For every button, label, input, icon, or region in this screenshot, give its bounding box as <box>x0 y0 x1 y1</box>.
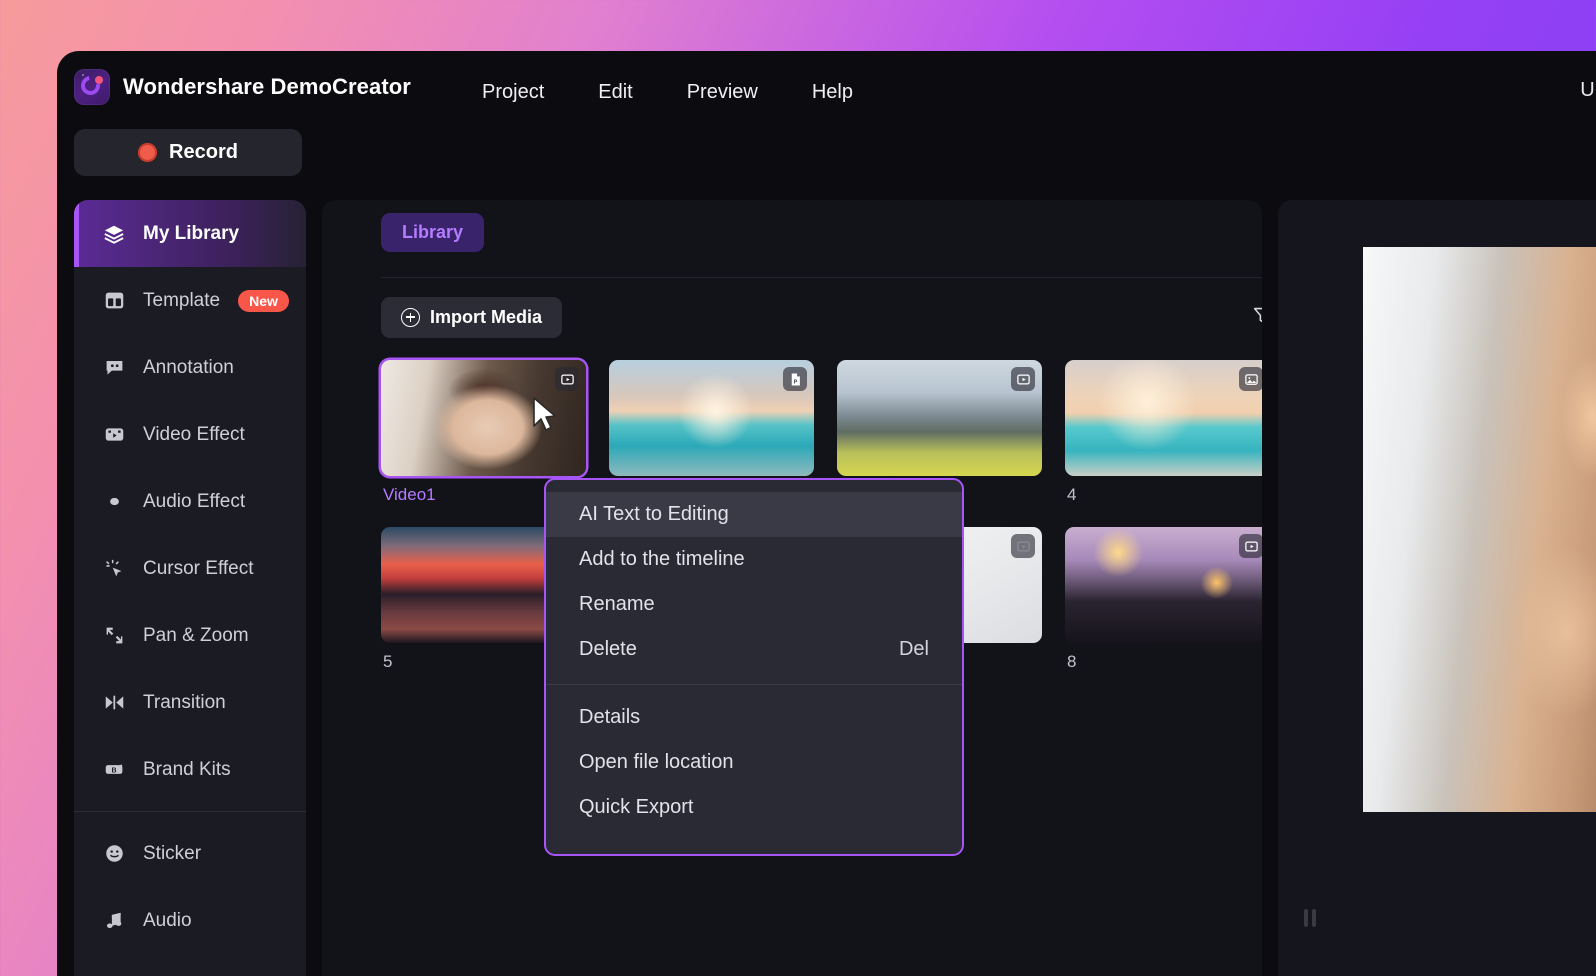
preview-panel <box>1278 200 1596 976</box>
context-menu-item-shortcut: Del <box>898 638 929 660</box>
record-button-label: Record <box>169 141 238 163</box>
audio-note-icon <box>103 910 125 932</box>
layers-icon <box>103 223 125 245</box>
record-button[interactable]: Record <box>74 129 302 176</box>
filter-icon[interactable] <box>1251 304 1262 331</box>
context-menu-item-label: Open file location <box>579 751 734 773</box>
import-media-button[interactable]: Import Media <box>381 296 563 338</box>
library-tab-bar: Library <box>322 200 1262 264</box>
status-badge: New <box>238 289 289 312</box>
sidebar-item-sticker[interactable]: Sticker <box>74 820 306 887</box>
context-menu-item-label: Quick Export <box>579 796 694 818</box>
sidebar-item-pan-zoom[interactable]: Pan & Zoom <box>74 602 306 669</box>
sidebar-item-label: Transition <box>143 691 226 713</box>
sidebar-item-label: Sticker <box>143 842 202 864</box>
svg-text:P: P <box>793 379 797 385</box>
title-bar: Wondershare DemoCreator Project Edit Pre… <box>57 51 1596 131</box>
audio-effect-icon <box>103 491 125 513</box>
context-menu-item-label: AI Text to Editing <box>579 503 729 525</box>
media-thumbnail[interactable] <box>837 360 1042 476</box>
sidebar-item-label: Pan & Zoom <box>143 624 249 646</box>
cursor-effect-icon <box>103 558 125 580</box>
sidebar-item-label: Brand Kits <box>143 758 231 780</box>
sidebar-item-audio-effect[interactable]: Audio Effect <box>74 468 306 535</box>
video-badge-icon <box>555 367 579 391</box>
sidebar-item-brand-kits[interactable]: B Brand Kits <box>74 736 306 803</box>
media-thumbnail[interactable] <box>381 360 586 476</box>
preview-video <box>1363 247 1596 812</box>
document-badge-icon: P <box>783 367 807 391</box>
tab-library[interactable]: Library <box>381 213 485 252</box>
media-thumbnail[interactable]: P <box>609 360 814 476</box>
sidebar-item-video-effect[interactable]: Video Effect <box>74 401 306 468</box>
context-menu-item-add-to-the-timeline[interactable]: Add to the timeline <box>546 537 962 582</box>
sidebar-item-label: Audio Effect <box>143 490 246 512</box>
panel-resize-handle[interactable] <box>1312 909 1316 927</box>
context-menu-item-label: Delete <box>579 638 637 660</box>
sidebar-item-label: Video Effect <box>143 423 245 445</box>
media-item[interactable]: 8 <box>1065 527 1262 672</box>
media-item-label: 8 <box>1067 652 1077 671</box>
sidebar-item-audio[interactable]: Audio <box>74 887 306 954</box>
sidebar-item-template[interactable]: Template New <box>74 267 306 334</box>
context-menu-item-quick-export[interactable]: Quick Export <box>546 785 962 830</box>
transition-icon <box>103 692 125 714</box>
context-menu-item-open-file-location[interactable]: Open file location <box>546 740 962 785</box>
context-menu-item-label: Details <box>579 706 641 728</box>
menu-item-help[interactable]: Help <box>785 77 880 108</box>
media-item[interactable]: 4 <box>1065 360 1262 505</box>
media-thumbnail[interactable] <box>1065 360 1262 476</box>
democreator-logo-icon <box>74 69 110 105</box>
video-badge-icon <box>1011 367 1035 391</box>
context-menu-item-label: Rename <box>579 593 655 615</box>
media-item-label: 4 <box>1067 485 1077 504</box>
sidebar: My Library Template New Annotation Video… <box>74 200 306 976</box>
import-media-label: Import Media <box>430 306 543 327</box>
library-divider <box>381 277 1262 278</box>
brand-name: Wondershare DemoCreator <box>123 74 411 99</box>
menu-item-preview[interactable]: Preview <box>660 77 785 108</box>
menu-item-project[interactable]: Project <box>455 77 571 108</box>
video-badge-icon <box>1011 534 1035 558</box>
context-menu-item-delete[interactable]: Delete Del <box>546 627 962 672</box>
context-menu-item-ai-text-to-editing[interactable]: AI Text to Editing <box>546 492 962 537</box>
record-dot-icon <box>138 143 158 162</box>
sidebar-item-label: Annotation <box>143 356 234 378</box>
context-menu-item-label: Add to the timeline <box>579 548 745 570</box>
video-effect-icon <box>103 424 125 446</box>
app-window: Wondershare DemoCreator Project Edit Pre… <box>57 51 1596 976</box>
sidebar-item-label: Audio <box>143 909 192 931</box>
context-menu: AI Text to Editing Add to the timeline R… <box>544 478 964 856</box>
panel-resize-handle[interactable] <box>1304 909 1308 927</box>
media-thumbnail[interactable] <box>1065 527 1262 643</box>
sidebar-item-annotation[interactable]: Annotation <box>74 334 306 401</box>
context-menu-item-rename[interactable]: Rename <box>546 582 962 627</box>
sidebar-item-my-library[interactable]: My Library <box>74 200 306 267</box>
context-menu-item-details[interactable]: Details <box>546 695 962 740</box>
video-badge-icon <box>1239 534 1262 558</box>
menu-item-edit[interactable]: Edit <box>571 77 659 108</box>
document-title: Untitle <box>1580 79 1596 101</box>
sidebar-item-label: Cursor Effect <box>143 557 254 579</box>
svg-text:B: B <box>111 767 116 774</box>
plus-circle-icon <box>401 307 420 327</box>
library-toolbar: Import Media <box>381 292 1262 342</box>
sidebar-item-cursor-effect[interactable]: Cursor Effect <box>74 535 306 602</box>
brand-kits-icon: B <box>103 759 125 781</box>
sidebar-item-label: Template <box>143 289 221 311</box>
sidebar-item-transition[interactable]: Transition <box>74 669 306 736</box>
sticker-icon <box>103 843 125 865</box>
image-badge-icon <box>1239 367 1262 391</box>
sidebar-divider <box>74 811 306 812</box>
sidebar-item-label: My Library <box>143 222 240 244</box>
annotation-icon <box>103 357 125 379</box>
menu-bar: Project Edit Preview Help <box>455 77 880 108</box>
brand: Wondershare DemoCreator <box>74 69 411 105</box>
pan-zoom-icon <box>103 625 125 647</box>
context-menu-separator <box>546 684 962 685</box>
template-icon <box>103 290 125 312</box>
